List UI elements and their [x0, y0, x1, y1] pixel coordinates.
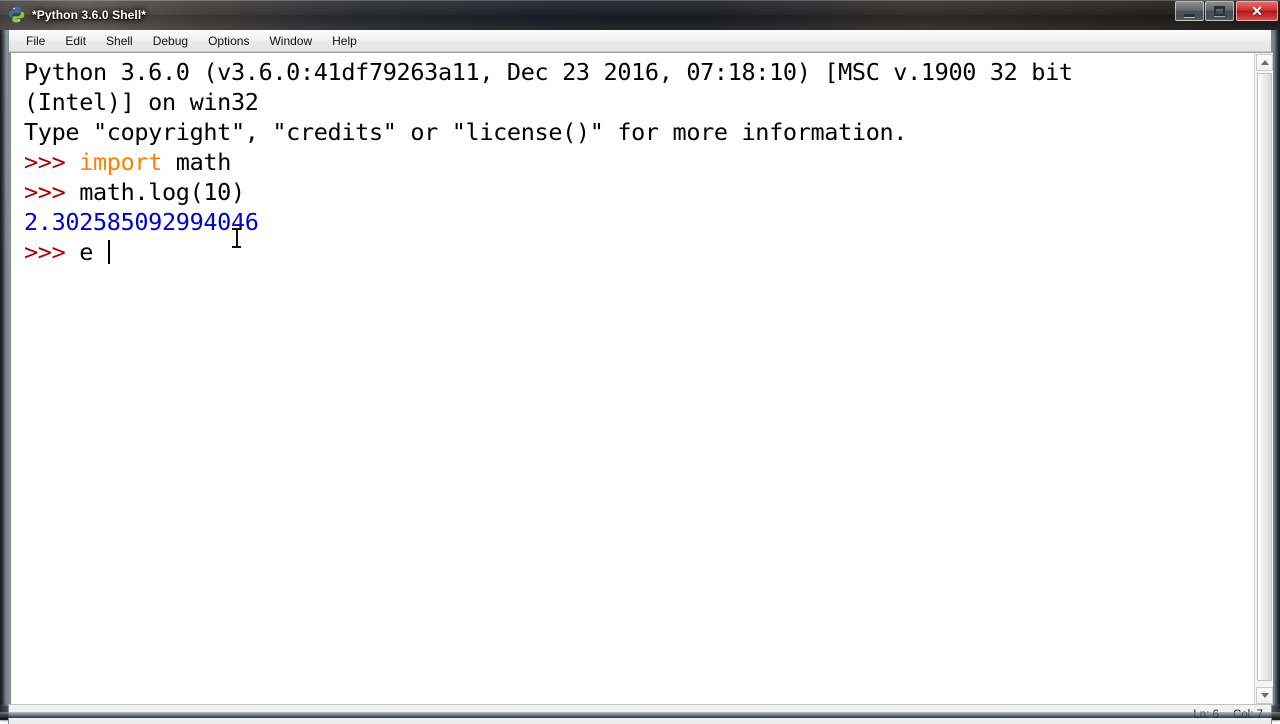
console-span-prompt: >>>	[24, 178, 79, 206]
close-button[interactable]: ✕	[1236, 1, 1278, 21]
menu-item-file[interactable]: File	[17, 32, 54, 50]
text-caret	[108, 240, 110, 264]
maximize-button[interactable]	[1205, 1, 1234, 21]
shell-console-output[interactable]: Python 3.6.0 (v3.6.0:41df79263a11, Dec 2…	[11, 53, 1255, 681]
window-titlebar[interactable]: *Python 3.6.0 Shell* ✕	[0, 0, 1280, 30]
menu-item-help[interactable]: Help	[323, 32, 366, 50]
console-span-prompt: >>>	[24, 238, 79, 266]
console-line: (Intel)] on win32	[24, 87, 1255, 117]
console-span-plain: (Intel)] on win32	[24, 88, 259, 116]
menu-item-window[interactable]: Window	[260, 32, 321, 50]
python-idle-icon	[8, 6, 25, 23]
window-frame-left	[0, 30, 8, 706]
scroll-down-arrow-icon[interactable]	[1256, 687, 1273, 704]
console-line: Python 3.6.0 (v3.6.0:41df79263a11, Dec 2…	[24, 57, 1255, 87]
console-line: 2.302585092994046	[24, 207, 1255, 237]
console-line: >>> import math	[24, 147, 1255, 177]
statusbar: Ln: 6 Col: 7	[8, 704, 1272, 724]
python-shell-window: *Python 3.6.0 Shell* ✕ File Edit Shell D…	[0, 0, 1280, 712]
menu-item-edit[interactable]: Edit	[56, 32, 95, 50]
console-span-output: 2.302585092994046	[24, 208, 259, 236]
console-line: >>> e	[24, 237, 1255, 267]
menu-item-debug[interactable]: Debug	[144, 32, 197, 50]
window-frame-right	[1272, 30, 1280, 706]
window-client-area: File Edit Shell Debug Options Window Hel…	[8, 30, 1272, 704]
maximize-icon	[1214, 6, 1225, 16]
console-span-plain: math	[162, 148, 231, 176]
console-line: Type "copyright", "credits" or "license(…	[24, 117, 1255, 147]
status-line-indicator: Ln: 6	[1193, 709, 1219, 721]
shell-text-widget: Python 3.6.0 (v3.6.0:41df79263a11, Dec 2…	[9, 52, 1273, 704]
minimize-icon	[1184, 14, 1195, 17]
scrollbar-thumb[interactable]	[1257, 73, 1272, 681]
minimize-button[interactable]	[1175, 1, 1204, 21]
vertical-scrollbar[interactable]	[1254, 53, 1273, 705]
window-title: *Python 3.6.0 Shell*	[32, 0, 146, 30]
console-line: >>> math.log(10)	[24, 177, 1255, 207]
scroll-up-arrow-icon[interactable]	[1256, 54, 1273, 71]
console-span-plain: Python 3.6.0 (v3.6.0:41df79263a11, Dec 2…	[24, 58, 1073, 86]
close-icon: ✕	[1251, 4, 1263, 18]
console-span-plain: e	[79, 238, 107, 266]
console-span-plain: Type "copyright", "credits" or "license(…	[24, 118, 907, 146]
menubar: File Edit Shell Debug Options Window Hel…	[9, 30, 1271, 52]
console-span-plain: math.log(10)	[79, 178, 245, 206]
status-column-indicator: Col: 7	[1233, 709, 1263, 721]
console-span-keyword: import	[79, 148, 162, 176]
menu-item-shell[interactable]: Shell	[97, 32, 142, 50]
menu-item-options[interactable]: Options	[199, 32, 258, 50]
console-span-prompt: >>>	[24, 148, 79, 176]
